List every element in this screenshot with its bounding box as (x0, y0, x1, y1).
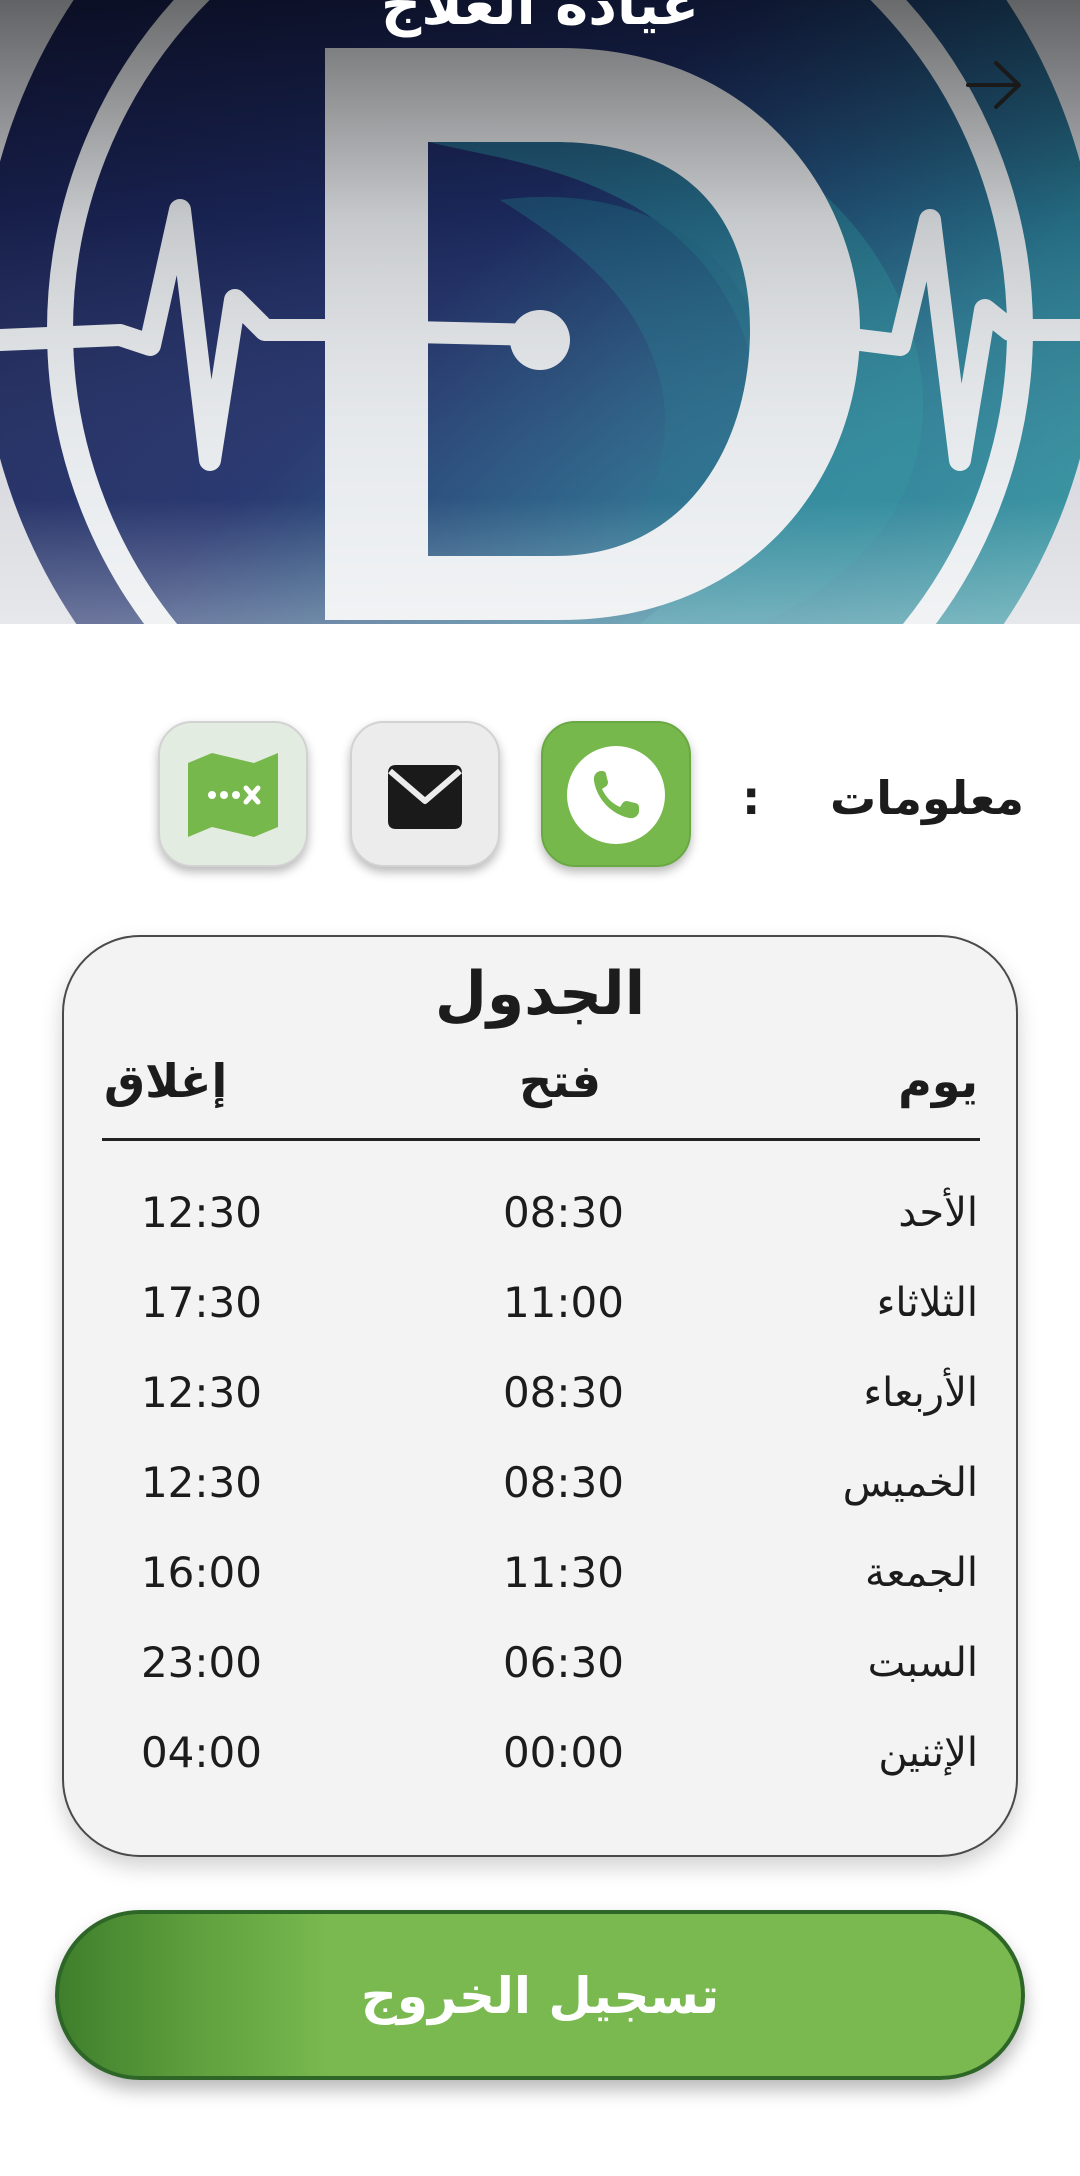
row-close-time: 12:30 (140, 1458, 262, 1507)
row-open-time: 06:30 (502, 1638, 624, 1687)
row-day: الإثنين (878, 1730, 978, 1776)
arrow-right-icon[interactable] (964, 58, 1026, 112)
info-colon: : (742, 771, 761, 825)
table-row: الخميس 08:30 12:30 (64, 1455, 1016, 1515)
row-close-time: 04:00 (140, 1728, 262, 1777)
logout-button[interactable]: تسجيل الخروج (55, 1910, 1025, 2080)
row-close-time: 12:30 (140, 1188, 262, 1237)
page-title: عيادة العلاج (380, 0, 700, 38)
phone-icon (567, 746, 665, 844)
row-open-time: 08:30 (502, 1458, 624, 1507)
row-day: الأربعاء (863, 1370, 978, 1416)
row-open-time: 08:30 (502, 1188, 624, 1237)
header-divider (102, 1138, 980, 1141)
clinic-logo-banner: عيادة العلاج (0, 0, 1080, 624)
email-button[interactable] (350, 721, 500, 867)
row-open-time: 00:00 (502, 1728, 624, 1777)
schedule-card: الجدول يوم فتح إغلاق الأحد 08:30 12:30 ا… (62, 935, 1018, 1857)
column-header-close: إغلاق (104, 1054, 228, 1108)
row-day: الجمعة (865, 1550, 978, 1596)
map-button[interactable] (158, 721, 308, 867)
map-icon (188, 753, 278, 837)
table-row: السبت 06:30 23:00 (64, 1635, 1016, 1695)
row-day: الخميس (842, 1460, 978, 1506)
table-row: الأحد 08:30 12:30 (64, 1185, 1016, 1245)
row-close-time: 12:30 (140, 1368, 262, 1417)
row-open-time: 11:00 (502, 1278, 624, 1327)
call-button[interactable] (541, 721, 691, 867)
table-row: الجمعة 11:30 16:00 (64, 1545, 1016, 1605)
table-row: الأربعاء 08:30 12:30 (64, 1365, 1016, 1425)
logout-label: تسجيل الخروج (360, 1967, 720, 2025)
info-label: معلومات (830, 771, 1025, 825)
row-close-time: 17:30 (140, 1278, 262, 1327)
column-header-day: يوم (898, 1054, 978, 1108)
table-row: الإثنين 00:00 04:00 (64, 1725, 1016, 1785)
table-row: الثلاثاء 11:00 17:30 (64, 1275, 1016, 1335)
row-open-time: 11:30 (502, 1548, 624, 1597)
column-header-open: فتح (519, 1054, 602, 1108)
row-day: الثلاثاء (876, 1280, 978, 1326)
row-day: الأحد (898, 1190, 978, 1236)
row-open-time: 08:30 (502, 1368, 624, 1417)
mail-icon (388, 765, 462, 829)
row-close-time: 16:00 (140, 1548, 262, 1597)
clinic-logo-image (0, 0, 1080, 624)
row-day: السبت (867, 1640, 978, 1686)
schedule-title: الجدول (434, 959, 646, 1029)
row-close-time: 23:00 (140, 1638, 262, 1687)
